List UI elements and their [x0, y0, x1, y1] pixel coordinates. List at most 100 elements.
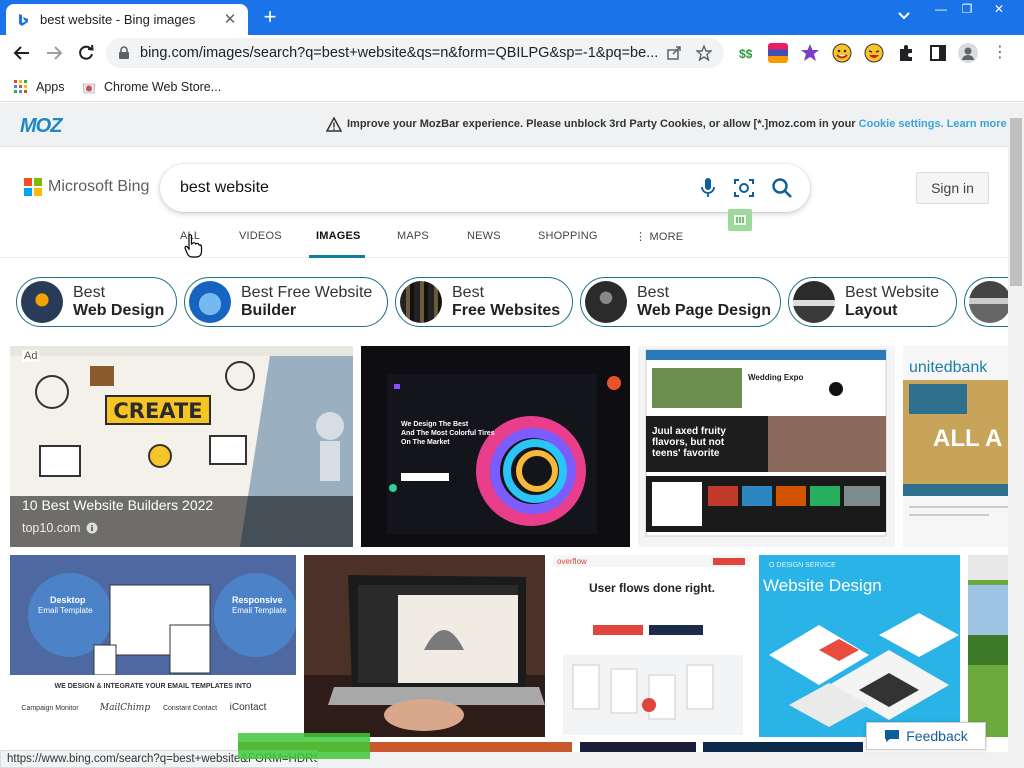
bookmark-apps[interactable]: Apps — [14, 77, 65, 97]
image-result-5[interactable]: Desktop Email Template Responsive Email … — [10, 555, 296, 737]
color-extension-icon[interactable] — [768, 43, 788, 63]
all-banner-text: ALL A — [933, 425, 1002, 452]
create-laptop-illustration: CREATE — [10, 346, 353, 547]
bookmarks-bar: Apps Chrome Web Store... — [0, 71, 1024, 102]
pill-line1: Best Free Website — [241, 284, 373, 301]
tab-videos[interactable]: VIDEOS — [239, 230, 282, 242]
address-bar[interactable]: bing.com/images/search?q=best+website&qs… — [106, 38, 724, 68]
create-banner-text: CREATE — [113, 399, 202, 423]
seo-extension-icon[interactable]: $$ — [738, 43, 758, 63]
cookie-settings-link[interactable]: Cookie settings. — [859, 118, 944, 130]
pill-thumbnail — [585, 281, 627, 323]
pill-thumbnail — [793, 281, 835, 323]
landscape-photo — [968, 555, 1008, 737]
image-result-6[interactable] — [304, 555, 545, 737]
close-window-button[interactable]: ✕ — [984, 0, 1014, 18]
svg-text:We Design The Best: We Design The Best — [401, 421, 469, 428]
tab-maps[interactable]: MAPS — [397, 230, 429, 242]
reload-icon[interactable] — [74, 41, 98, 65]
overflow-user-flow-mockup: overflow User flows done right. — [553, 555, 751, 737]
pill-thumbnail — [189, 281, 231, 323]
bing-logo-text: Microsoft Bing — [48, 178, 150, 195]
search-magnifier-icon[interactable] — [770, 176, 794, 200]
mozbar-message: Improve your MozBar experience. Please u… — [347, 118, 1007, 130]
svg-text:$$: $$ — [739, 47, 753, 61]
related-pill-best-web-design[interactable]: Best Web Design — [16, 277, 177, 327]
mozbar-message-text: Improve your MozBar experience. Please u… — [347, 118, 856, 130]
svg-text:Email Template: Email Template — [232, 606, 287, 615]
result-source: top10.com — [22, 521, 98, 535]
bank-website-mockup: unitedbank ALL A — [903, 346, 1008, 547]
microphone-icon[interactable] — [696, 176, 720, 200]
tab-news[interactable]: NEWS — [467, 230, 501, 242]
browser-menu-icon[interactable]: ⋮ — [992, 43, 1008, 63]
info-icon[interactable] — [86, 522, 98, 534]
tab-search-chevron-icon[interactable] — [894, 8, 914, 28]
feedback-label: Feedback — [906, 728, 968, 744]
image-result-8[interactable]: O DESIGN SERVICE Website Design — [759, 555, 960, 737]
tab-shopping[interactable]: SHOPPING — [538, 230, 598, 242]
ad-label: Ad — [22, 350, 40, 362]
svg-text:WE DESIGN & INTEGRATE YOUR EMA: WE DESIGN & INTEGRATE YOUR EMAIL TEMPLAT… — [55, 683, 252, 690]
image-result-7[interactable]: overflow User flows done right. — [553, 555, 751, 737]
mozbar: MOZ Improve your MozBar experience. Plea… — [0, 103, 1008, 147]
vertical-scrollbar-thumb[interactable] — [1010, 118, 1022, 286]
pill-line2: Web Page Design — [637, 302, 771, 319]
image-result-11[interactable] — [580, 742, 696, 752]
design-service-label: O DESIGN SERVICE — [769, 562, 836, 569]
pill-line2: Layout — [845, 302, 898, 319]
svg-text:flavors, but not: flavors, but not — [652, 437, 725, 448]
profile-avatar-icon[interactable] — [958, 43, 978, 63]
share-icon[interactable] — [664, 43, 684, 63]
feedback-button[interactable]: Feedback — [866, 722, 986, 750]
svg-text:Desktop: Desktop — [50, 595, 86, 605]
image-result-1[interactable]: CREATE Ad 10 Best Website Builders 2022 … — [10, 346, 353, 547]
overflow-logo-text: overflow — [557, 557, 587, 566]
tab-more[interactable]: ⋮ MORE — [635, 230, 683, 243]
bookmark-chrome-web-store[interactable]: Chrome Web Store... — [82, 77, 221, 97]
svg-text:On The Market: On The Market — [401, 439, 450, 446]
restore-button[interactable]: ❐ — [952, 0, 982, 18]
laptop-photo — [304, 555, 545, 737]
active-tab-underline — [309, 255, 365, 258]
new-tab-button[interactable]: + — [258, 6, 282, 30]
image-result-12[interactable] — [703, 742, 863, 752]
search-box[interactable]: best website — [160, 164, 810, 212]
related-pill-best-free-website-builder[interactable]: Best Free Website Builder — [184, 277, 388, 327]
svg-text:And The Most Colorful Tires: And The Most Colorful Tires — [401, 430, 495, 437]
pill-line2: Free Websites — [452, 302, 561, 319]
extension-overlay-widget[interactable] — [238, 733, 370, 759]
svg-text:Campaign Monitor: Campaign Monitor — [21, 705, 79, 712]
bookmark-star-icon[interactable] — [694, 43, 714, 63]
search-vertical-tabs: ALL VIDEOS IMAGES MAPS NEWS SHOPPING ⋮ M… — [0, 224, 1008, 258]
pill-line1: Best — [73, 284, 106, 301]
svg-text:Juul axed fruity: Juul axed fruity — [652, 426, 726, 437]
image-result-3[interactable]: Wedding Expo Juul axed fruity flavors, b… — [638, 346, 895, 547]
browser-tab[interactable]: best website - Bing images ✕ — [6, 4, 248, 35]
image-result-2[interactable]: We Design The Best And The Most Colorful… — [361, 346, 630, 547]
result-source-text: top10.com — [22, 521, 81, 535]
forward-arrow-icon[interactable] — [42, 41, 66, 65]
bing-logo[interactable]: Microsoft Bing — [24, 178, 149, 196]
tab-close-icon[interactable]: ✕ — [222, 11, 238, 28]
hand-cursor-icon — [184, 234, 203, 258]
star-extension-icon[interactable] — [800, 43, 820, 63]
laugh-extension-icon[interactable] — [864, 43, 884, 63]
image-result-9[interactable] — [968, 555, 1008, 737]
learn-more-link[interactable]: Learn more — [947, 118, 1007, 130]
pill-line1: Best — [452, 284, 485, 301]
search-input[interactable]: best website — [180, 179, 269, 197]
sign-in-button[interactable]: Sign in — [916, 172, 989, 204]
related-pill-best-free-websites[interactable]: Best Free Websites — [395, 277, 573, 327]
side-panel-icon[interactable] — [928, 43, 948, 63]
pill-thumbnail — [21, 281, 63, 323]
back-arrow-icon[interactable] — [10, 41, 34, 65]
result-title: 10 Best Website Builders 2022 — [22, 497, 214, 513]
related-pill-best-website-layout[interactable]: Best Website Layout — [788, 277, 957, 327]
related-pill-best-web-page-design[interactable]: Best Web Page Design — [580, 277, 781, 327]
visual-search-camera-icon[interactable] — [732, 176, 756, 200]
extensions-puzzle-icon[interactable] — [896, 43, 916, 63]
image-result-4[interactable]: unitedbank ALL A — [903, 346, 1008, 547]
emoji-extension-icon[interactable] — [832, 43, 852, 63]
tab-images[interactable]: IMAGES — [316, 230, 361, 242]
